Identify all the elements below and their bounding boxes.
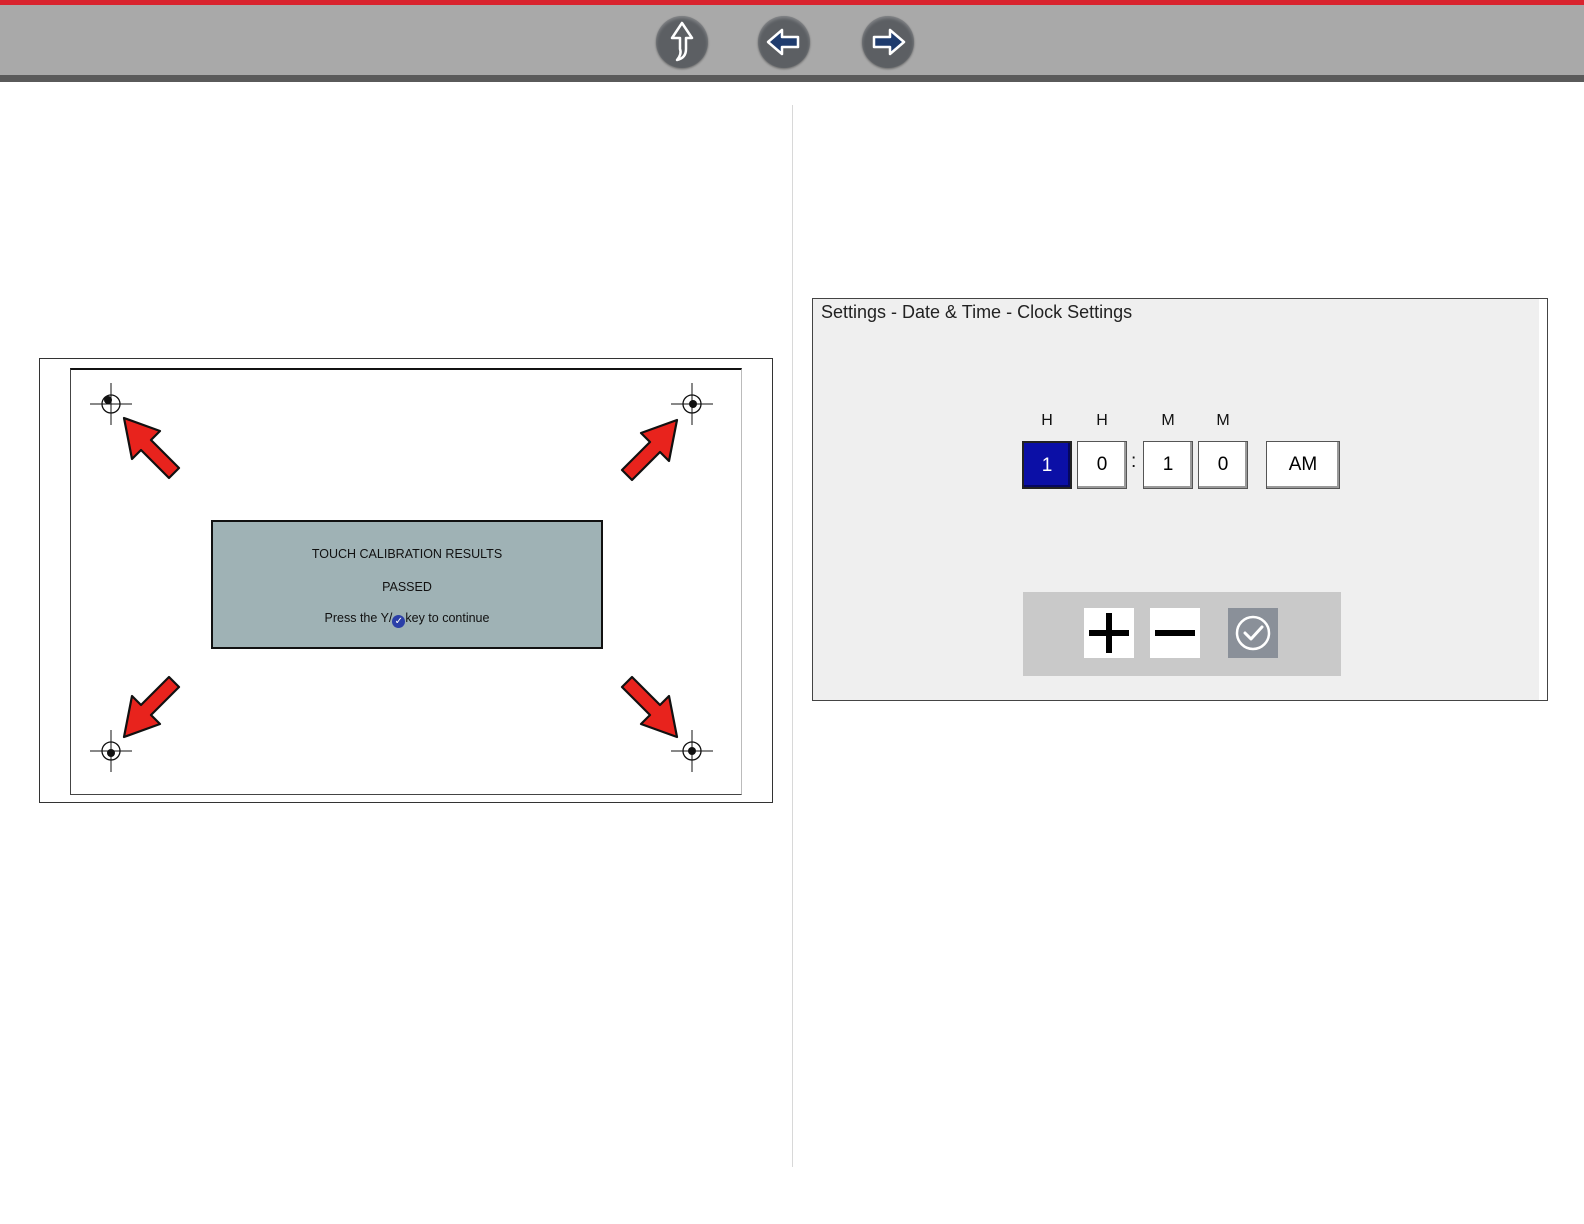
column-divider xyxy=(792,105,793,1167)
increment-button[interactable] xyxy=(1084,608,1134,658)
hour-ones-label: H xyxy=(1096,412,1108,429)
result-message: Press the Y/✓ key to continue xyxy=(213,611,601,628)
calibration-screen: TOUCH CALIBRATION RESULTS PASSED Press t… xyxy=(70,368,742,795)
target-top-right-icon[interactable] xyxy=(670,382,714,426)
page-title: Settings - Date & Time - Clock Settings xyxy=(821,302,1133,322)
am-pm-toggle[interactable]: AM xyxy=(1266,441,1340,489)
forward-button[interactable] xyxy=(862,16,914,68)
top-navigation-bar xyxy=(0,0,1584,82)
arrow-top-right-icon xyxy=(620,418,679,482)
minute-ones-field[interactable]: 0 xyxy=(1198,441,1248,489)
minus-icon xyxy=(1155,630,1195,636)
arrow-top-left-icon xyxy=(122,416,181,480)
calibration-result-dialog: TOUCH CALIBRATION RESULTS PASSED Press t… xyxy=(211,520,603,649)
back-button[interactable] xyxy=(758,16,810,68)
confirm-button[interactable] xyxy=(1228,608,1278,658)
arrow-bottom-left-icon xyxy=(122,675,181,739)
right-arrow-icon xyxy=(872,28,906,56)
up-button[interactable] xyxy=(656,16,708,68)
hour-ones-field[interactable]: 0 xyxy=(1077,441,1127,489)
minute-tens-label: M xyxy=(1161,412,1175,429)
clock-settings-panel: Settings - Date & Time - Clock Settings … xyxy=(812,298,1548,701)
control-bar xyxy=(1023,592,1341,676)
time-separator: : xyxy=(1131,451,1137,472)
result-status: PASSED xyxy=(382,580,432,594)
calibration-figure: TOUCH CALIBRATION RESULTS PASSED Press t… xyxy=(39,358,773,803)
message-suffix: key to continue xyxy=(405,611,490,625)
left-arrow-icon xyxy=(766,28,800,56)
message-prefix: Press the Y/ xyxy=(324,611,393,625)
checkmark-icon: ✓ xyxy=(392,615,406,628)
checkmark-icon xyxy=(1235,615,1271,651)
minute-ones-label: M xyxy=(1216,412,1230,429)
decrement-button[interactable] xyxy=(1150,608,1200,658)
hour-tens-label: H xyxy=(1041,412,1053,429)
minute-tens-field[interactable]: 1 xyxy=(1143,441,1193,489)
up-arrow-icon xyxy=(670,21,694,62)
plus-icon xyxy=(1089,613,1129,653)
result-title: TOUCH CALIBRATION RESULTS xyxy=(311,547,503,561)
arrow-bottom-right-icon xyxy=(620,675,679,739)
hour-tens-field[interactable]: 1 xyxy=(1022,441,1072,489)
panel-edge xyxy=(1539,299,1547,700)
